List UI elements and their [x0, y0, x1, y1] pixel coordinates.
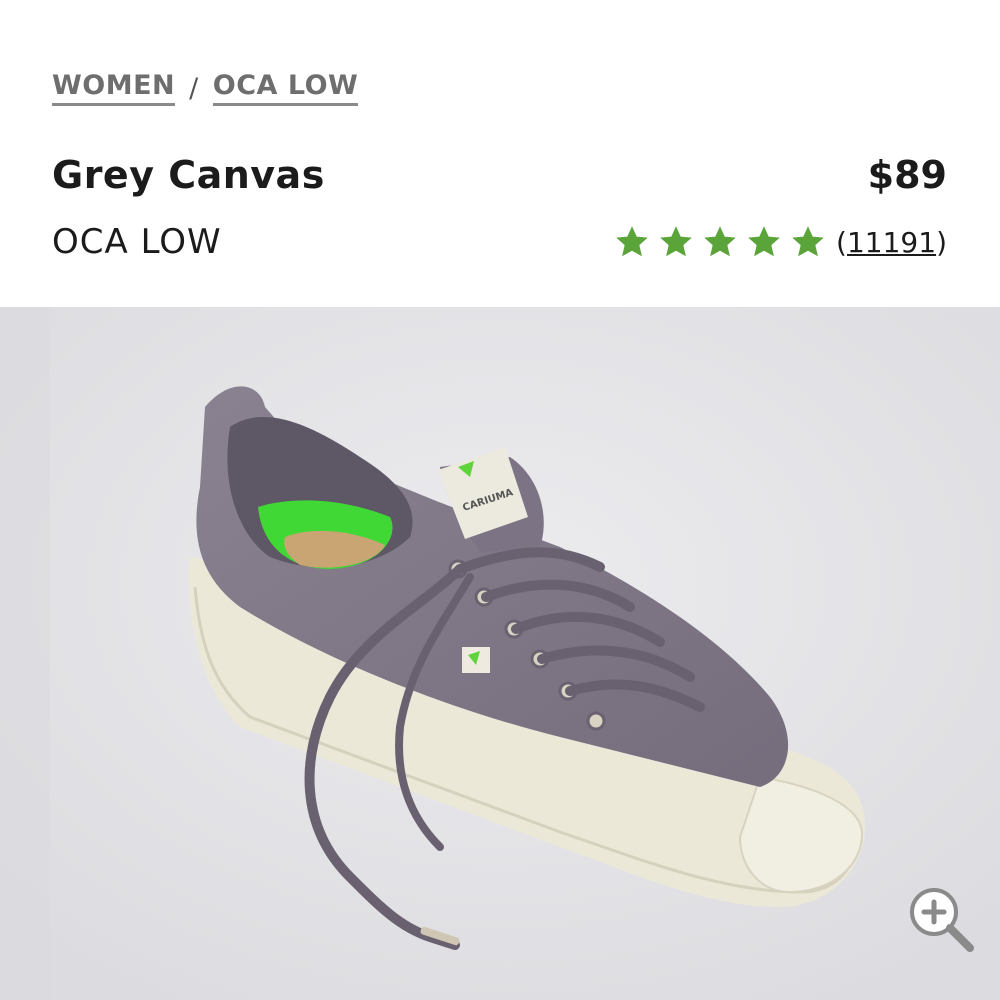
product-title: Grey Canvas: [52, 153, 325, 197]
shoe-illustration: CARIUMA: [0, 307, 1000, 1000]
breadcrumb-link-oca-low[interactable]: OCA LOW: [212, 70, 359, 106]
star-icon: [790, 224, 826, 260]
star-icon: [746, 224, 782, 260]
product-model: OCA LOW: [52, 222, 222, 262]
product-price: $89: [867, 153, 947, 197]
review-count-link[interactable]: 11191: [847, 226, 936, 259]
breadcrumb: WOMEN / OCA LOW: [52, 70, 359, 106]
star-icon: [614, 224, 650, 260]
product-image[interactable]: CARIUMA: [0, 307, 1000, 1000]
breadcrumb-link-women[interactable]: WOMEN: [52, 70, 176, 106]
product-rating[interactable]: (11191): [614, 224, 947, 260]
review-count-open: (: [836, 225, 847, 259]
rating-stars: [614, 224, 826, 260]
zoom-in-icon: [910, 888, 974, 952]
review-count-close: ): [936, 225, 947, 259]
zoom-in-button[interactable]: [902, 880, 982, 960]
review-count[interactable]: (11191): [836, 226, 947, 259]
star-icon: [702, 224, 738, 260]
star-icon: [658, 224, 694, 260]
breadcrumb-separator: /: [189, 72, 199, 104]
